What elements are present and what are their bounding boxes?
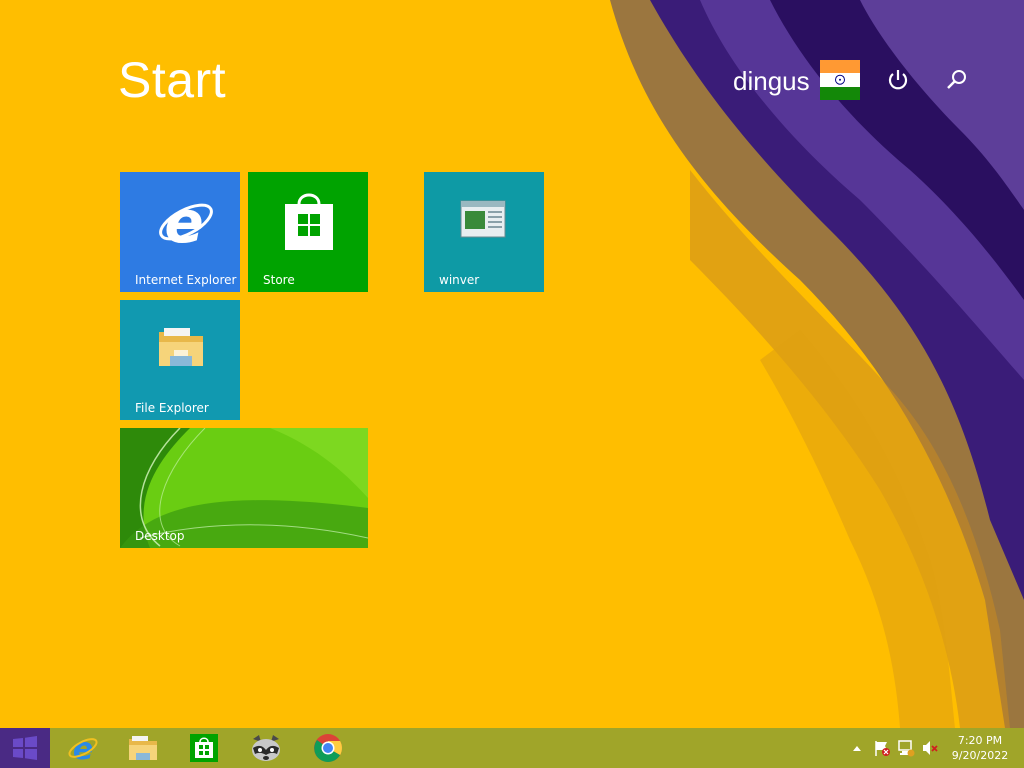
folder-icon [129, 736, 157, 760]
taskbar-chrome[interactable] [299, 728, 357, 768]
internet-explorer-icon: e [159, 192, 213, 252]
user-account[interactable]: dingus [733, 60, 810, 102]
chrome-icon [314, 734, 342, 762]
volume-button[interactable] [920, 728, 940, 768]
raccoon-icon [252, 735, 280, 761]
tile-label: Desktop [135, 529, 185, 543]
tile-winver[interactable]: winver [424, 172, 544, 292]
network-button[interactable] [896, 728, 916, 768]
avatar[interactable] [820, 60, 860, 100]
tile-label: Internet Explorer [135, 273, 237, 287]
start-screen-title: Start [118, 52, 227, 108]
svg-text:e: e [73, 732, 93, 764]
power-button[interactable] [884, 66, 912, 94]
clock-time: 7:20 PM [957, 734, 1003, 747]
tile-label: File Explorer [135, 401, 209, 415]
clock-date: 9/20/2022 [951, 749, 1009, 762]
tile-internet-explorer[interactable]: e Internet Explorer [120, 172, 240, 292]
taskbar-internet-explorer[interactable]: e [54, 728, 112, 768]
store-icon [285, 193, 333, 250]
svg-text:e: e [164, 192, 203, 252]
windows-logo-icon [13, 736, 37, 760]
volume-muted-icon [923, 741, 938, 755]
action-center-flag-icon [875, 741, 890, 756]
show-hidden-icons-button[interactable] [848, 728, 866, 768]
internet-explorer-icon: e [68, 732, 98, 764]
taskbar: e [0, 728, 1024, 768]
store-icon [190, 734, 218, 762]
tile-desktop[interactable]: Desktop [120, 428, 368, 548]
chevron-up-icon [853, 746, 861, 751]
network-icon [898, 740, 915, 757]
tile-label: Store [263, 273, 295, 287]
taskbar-clock[interactable]: 7:20 PM 9/20/2022 [940, 733, 1020, 763]
winver-window-icon [460, 200, 506, 238]
user-name[interactable]: dingus [733, 66, 810, 97]
start-button[interactable] [0, 728, 50, 768]
search-icon [947, 70, 966, 89]
tile-file-explorer[interactable]: File Explorer [120, 300, 240, 420]
power-icon [888, 70, 908, 90]
taskbar-file-explorer[interactable] [114, 728, 172, 768]
tile-label: winver [439, 273, 480, 287]
taskbar-store[interactable] [175, 728, 233, 768]
taskbar-raccoon-app[interactable] [237, 728, 295, 768]
tile-store[interactable]: Store [248, 172, 368, 292]
ashoka-chakra-icon [835, 75, 845, 86]
search-button[interactable] [942, 66, 970, 94]
action-center-button[interactable] [872, 728, 892, 768]
folder-icon [159, 328, 203, 366]
